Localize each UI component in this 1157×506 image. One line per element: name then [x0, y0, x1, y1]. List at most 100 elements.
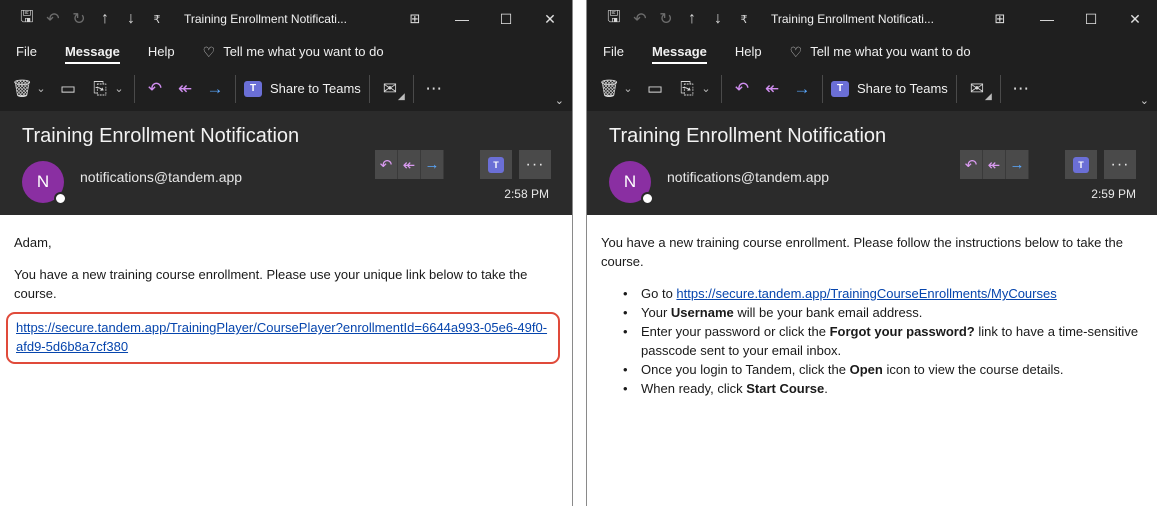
window-title: Training Enrollment Notificati...	[184, 12, 347, 26]
menu-message[interactable]: Message	[651, 38, 707, 66]
quick-actions: ↶ ↞ →	[375, 150, 444, 179]
customize-qat-icon[interactable]: ₹	[731, 13, 757, 26]
my-courses-link[interactable]: https://secure.tandem.app/TrainingCourse…	[676, 286, 1056, 301]
instruction-list: Go to https://secure.tandem.app/Training…	[601, 284, 1143, 398]
forward-icon[interactable]: →	[421, 150, 444, 179]
list-item: Enter your password or click the Forgot …	[623, 322, 1143, 360]
forward-icon[interactable]: →	[790, 74, 814, 104]
message-body: Adam, You have a new training course enr…	[0, 215, 572, 364]
list-item: Go to https://secure.tandem.app/Training…	[623, 284, 1143, 303]
tell-me-label: Tell me what you want to do	[223, 44, 384, 59]
more-actions-button[interactable]: ···	[1104, 150, 1136, 179]
sender[interactable]: notifications@tandem.app	[667, 169, 829, 185]
chevron-down-icon[interactable]: ⌄	[699, 74, 713, 104]
down-arrow-icon[interactable]: ↓	[705, 10, 731, 28]
maximize-icon[interactable]: ☐	[1069, 11, 1113, 28]
share-to-teams-label: Share to Teams	[270, 81, 361, 96]
archive-icon[interactable]: ▭	[643, 74, 667, 104]
up-arrow-icon[interactable]: ↑	[679, 10, 705, 28]
menu-file[interactable]: File	[603, 38, 624, 66]
teams-button[interactable]: T	[1065, 150, 1097, 179]
save-icon[interactable]: 🖫	[14, 6, 40, 33]
right-email-window: 🖫 ↶ ↻ ↑ ↓ ₹ Training Enrollment Notifica…	[586, 0, 1157, 506]
ribbon-display-options-icon[interactable]: ⊞	[975, 11, 1025, 27]
up-arrow-icon[interactable]: ↑	[92, 10, 118, 28]
presence-indicator	[54, 192, 67, 205]
customize-qat-icon[interactable]: ₹	[144, 13, 170, 26]
more-actions-button[interactable]: ···	[519, 150, 551, 179]
more-icon[interactable]: ⋯	[422, 74, 446, 104]
menu-help[interactable]: Help	[735, 38, 762, 66]
step-text: When ready, click	[641, 381, 747, 396]
forward-icon[interactable]: →	[1006, 150, 1029, 179]
chevron-down-icon[interactable]: ⌄	[112, 74, 126, 104]
menu-message[interactable]: Message	[64, 38, 120, 66]
down-arrow-icon[interactable]: ↓	[118, 10, 144, 28]
menu-help[interactable]: Help	[148, 38, 175, 66]
dialog-launcher-icon[interactable]: ◢	[985, 91, 992, 102]
archive-icon[interactable]: ▭	[56, 74, 80, 104]
step-bold: Open	[849, 362, 883, 377]
enrollment-link[interactable]: https://secure.tandem.app/TrainingPlayer…	[16, 320, 547, 354]
subject: Training Enrollment Notification	[22, 125, 300, 147]
teams-icon: T	[244, 80, 262, 97]
sender[interactable]: notifications@tandem.app	[80, 169, 242, 185]
chevron-down-icon[interactable]: ⌄	[34, 74, 48, 104]
reply-icon[interactable]: ↶	[960, 150, 983, 179]
reply-icon[interactable]: ↶	[730, 74, 754, 104]
share-to-teams-button[interactable]: T Share to Teams	[831, 80, 948, 97]
quick-actions: ↶ ↞ →	[960, 150, 1029, 179]
tell-me-search[interactable]: ♡ Tell me what you want to do	[203, 38, 384, 66]
share-to-teams-button[interactable]: T Share to Teams	[244, 80, 361, 97]
tell-me-search[interactable]: ♡ Tell me what you want to do	[790, 38, 971, 66]
menu-bar: File Message Help ♡ Tell me what you wan…	[0, 38, 572, 66]
menu-file[interactable]: File	[16, 38, 37, 66]
collapse-ribbon-icon[interactable]: ⌄	[1140, 94, 1149, 107]
reply-icon[interactable]: ↶	[143, 74, 167, 104]
delete-icon[interactable]: 🗑	[597, 74, 621, 104]
list-item: Your Username will be your bank email ad…	[623, 303, 1143, 322]
reply-all-icon[interactable]: ↞	[398, 150, 421, 179]
close-icon[interactable]: ✕	[1113, 11, 1157, 28]
menu-bar: File Message Help ♡ Tell me what you wan…	[587, 38, 1157, 66]
step-text: will be your bank email address.	[733, 305, 923, 320]
more-icon: ···	[1110, 155, 1130, 173]
move-icon[interactable]: ⎘	[675, 74, 699, 104]
dialog-launcher-icon[interactable]: ◢	[398, 91, 405, 102]
maximize-icon[interactable]: ☐	[484, 11, 528, 28]
move-icon[interactable]: ⎘	[88, 74, 112, 104]
teams-icon: T	[1073, 156, 1089, 173]
reply-all-icon[interactable]: ↞	[173, 74, 197, 104]
title-bar: 🖫 ↶ ↻ ↑ ↓ ₹ Training Enrollment Notifica…	[587, 0, 1157, 38]
step-bold: Username	[670, 305, 734, 320]
forward-icon[interactable]: →	[203, 74, 227, 104]
chevron-down-icon[interactable]: ⌄	[621, 74, 635, 104]
list-item: Once you login to Tandem, click the Open…	[623, 360, 1143, 379]
presence-indicator	[641, 192, 654, 205]
message-body: You have a new training course enrollmen…	[587, 215, 1157, 398]
undo-icon[interactable]: ↶	[627, 9, 653, 29]
ribbon-display-options-icon[interactable]: ⊞	[390, 11, 440, 27]
reply-all-icon[interactable]: ↞	[760, 74, 784, 104]
reply-all-icon[interactable]: ↞	[983, 150, 1006, 179]
ribbon: 🗑 ⌄ ▭ ⎘ ⌄ ↶ ↞ → T Share to Teams ✉ ◢ ⋯ ⌄	[587, 66, 1157, 112]
minimize-icon[interactable]: —	[1025, 11, 1069, 27]
undo-icon[interactable]: ↶	[40, 9, 66, 29]
share-to-teams-label: Share to Teams	[857, 81, 948, 96]
minimize-icon[interactable]: —	[440, 11, 484, 27]
collapse-ribbon-icon[interactable]: ⌄	[555, 94, 564, 107]
more-icon[interactable]: ⋯	[1009, 74, 1033, 104]
body-paragraph: You have a new training course enrollmen…	[601, 235, 1123, 269]
step-text: Go to	[641, 286, 677, 301]
reply-icon[interactable]: ↶	[375, 150, 398, 179]
title-bar: 🖫 ↶ ↻ ↑ ↓ ₹ Training Enrollment Notifica…	[0, 0, 572, 38]
highlighted-link-box: https://secure.tandem.app/TrainingPlayer…	[6, 312, 560, 364]
teams-button[interactable]: T	[480, 150, 512, 179]
close-icon[interactable]: ✕	[528, 11, 572, 28]
more-icon: ···	[525, 155, 545, 173]
redo-icon[interactable]: ↻	[653, 9, 679, 29]
redo-icon[interactable]: ↻	[66, 9, 92, 29]
delete-icon[interactable]: 🗑	[10, 74, 34, 104]
save-icon[interactable]: 🖫	[601, 6, 627, 33]
step-text: Once you login to Tandem, click the	[641, 362, 850, 377]
